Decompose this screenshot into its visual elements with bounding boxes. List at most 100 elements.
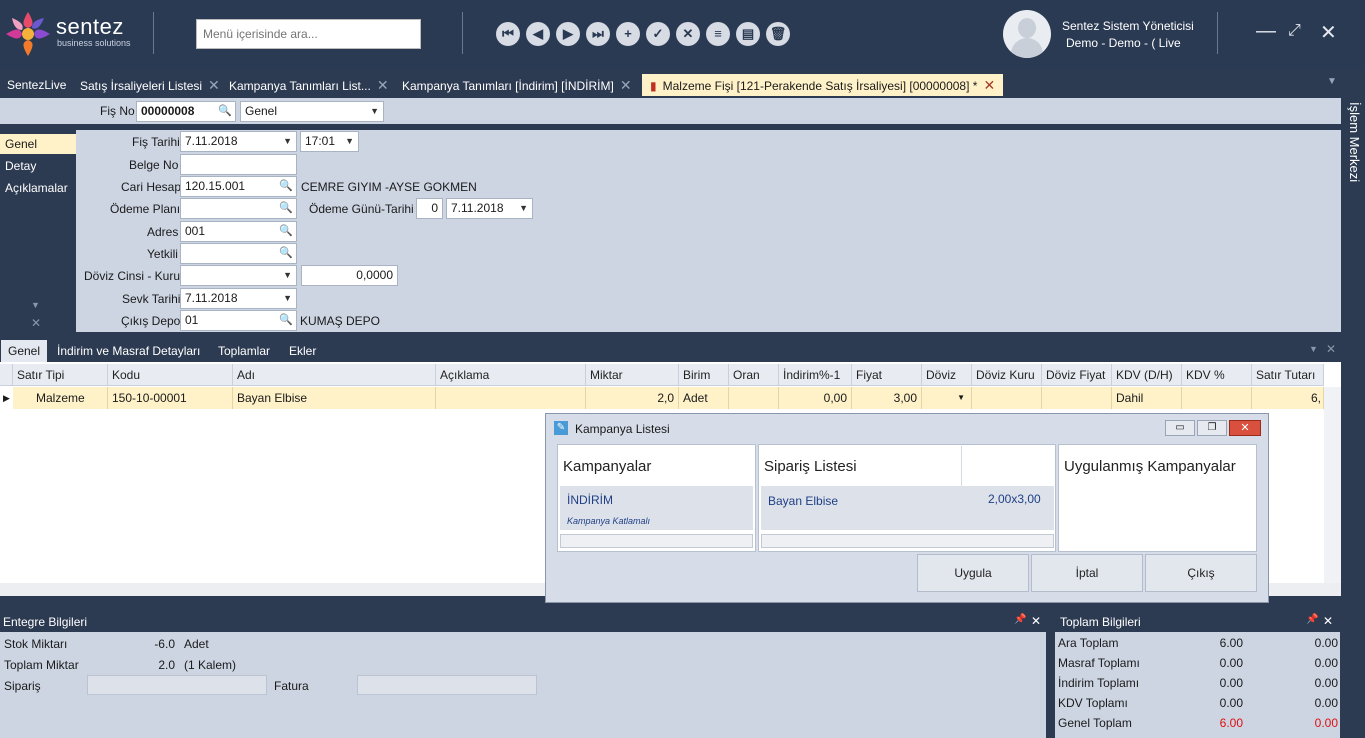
tab-close-icon[interactable]: ✕: [620, 77, 632, 93]
pin-icon[interactable]: 📌: [1306, 614, 1318, 625]
odeme-plani-field[interactable]: 🔍: [180, 198, 297, 219]
table-cell[interactable]: 2,0: [586, 387, 679, 409]
gridtab-genel[interactable]: Genel: [1, 340, 48, 362]
grid-collapse-icon[interactable]: ▼: [1309, 344, 1318, 354]
table-cell[interactable]: Dahil: [1112, 387, 1182, 409]
col-header[interactable]: Miktar: [586, 364, 679, 386]
tab-close-icon[interactable]: ✕: [377, 77, 389, 93]
previous-record-icon[interactable]: ◀: [526, 22, 550, 46]
siparis-hscrollbar[interactable]: [761, 534, 1054, 548]
table-cell[interactable]: Bayan Elbise: [233, 387, 436, 409]
table-cell[interactable]: 0,00: [779, 387, 852, 409]
col-header[interactable]: Oran: [729, 364, 779, 386]
row-pointer-icon[interactable]: ▶: [0, 387, 13, 409]
odeme-tarihi-field[interactable]: 7.11.2018 ▼: [446, 198, 533, 219]
col-header[interactable]: Döviz Kuru: [972, 364, 1042, 386]
iptal-button[interactable]: İptal: [1031, 554, 1143, 592]
tab-dropdown-icon[interactable]: ▼: [1327, 76, 1337, 87]
adres-field[interactable]: 001 🔍: [180, 221, 297, 242]
fis-tarihi-field[interactable]: 7.11.2018 ▼: [180, 131, 297, 152]
col-header[interactable]: Fiyat: [852, 364, 922, 386]
table-cell[interactable]: [1042, 387, 1112, 409]
last-record-icon[interactable]: ⏭: [586, 22, 610, 46]
dialog-restore-icon[interactable]: ❐: [1197, 420, 1227, 436]
nav-detay[interactable]: Detay: [0, 156, 76, 176]
cikis-depo-field[interactable]: 01 🔍: [180, 310, 297, 331]
tab-sentezlive[interactable]: SentezLive: [7, 74, 66, 96]
islem-merkezi-panel[interactable]: İşlem Merkezi: [1347, 102, 1362, 182]
cari-hesap-field[interactable]: 120.15.001 🔍: [180, 176, 297, 197]
cikis-button[interactable]: Çıkış: [1145, 554, 1257, 592]
table-cell[interactable]: [436, 387, 586, 409]
tab-kampanya-indirim[interactable]: Kampanya Tanımları [İndirim] [İNDİRİM] ✕: [402, 74, 632, 96]
dialog-close-icon[interactable]: ✕: [1229, 420, 1261, 436]
kampanyalar-hscrollbar[interactable]: [560, 534, 753, 548]
dialog-minimize-icon[interactable]: ▭: [1165, 420, 1195, 436]
col-header[interactable]: Adı: [233, 364, 436, 386]
yetkili-field[interactable]: 🔍: [180, 243, 297, 264]
minimize-icon[interactable]: —: [1256, 20, 1276, 43]
maximize-icon[interactable]: ⤢: [1288, 22, 1301, 40]
tab-malzeme-fisi[interactable]: ▮ Malzeme Fişi [121-Perakende Satış İrsal…: [642, 74, 1004, 96]
cancel-icon[interactable]: ✕: [676, 22, 700, 46]
search-icon[interactable]: 🔍: [279, 311, 293, 330]
next-record-icon[interactable]: ▶: [556, 22, 580, 46]
nav-collapse-icon[interactable]: ▼: [31, 300, 40, 310]
gridtab-ekler[interactable]: Ekler: [282, 340, 323, 362]
tab-close-icon[interactable]: ✕: [208, 77, 220, 93]
entegre-close-icon[interactable]: ✕: [1031, 614, 1041, 628]
grid-vscrollbar[interactable]: [1324, 387, 1341, 583]
search-icon[interactable]: 🔍: [218, 102, 232, 121]
col-header[interactable]: KDV (D/H): [1112, 364, 1182, 386]
sevk-tarihi-field[interactable]: 7.11.2018 ▼: [180, 288, 297, 309]
gridtab-indirim-masraf[interactable]: İndirim ve Masraf Detayları: [50, 340, 207, 362]
grid-close-icon[interactable]: ✕: [1326, 342, 1336, 356]
kur-field[interactable]: 0,0000: [301, 265, 398, 286]
gridtab-toplamlar[interactable]: Toplamlar: [211, 340, 277, 362]
table-cell[interactable]: 3,00: [852, 387, 922, 409]
toplam-close-icon[interactable]: ✕: [1323, 614, 1333, 628]
nav-aciklamalar[interactable]: Açıklamalar: [0, 178, 76, 198]
fis-no-field[interactable]: 00000008 🔍: [136, 101, 236, 122]
col-header[interactable]: Satır Tutarı: [1252, 364, 1324, 386]
print-icon[interactable]: ▤: [736, 22, 760, 46]
search-icon[interactable]: 🔍: [279, 222, 293, 241]
list-icon[interactable]: ≡: [706, 22, 730, 46]
siparis-field[interactable]: [87, 675, 267, 695]
search-icon[interactable]: 🔍: [279, 244, 293, 263]
user-avatar[interactable]: [1003, 10, 1051, 58]
table-cell[interactable]: Malzeme: [13, 387, 108, 409]
table-cell[interactable]: 150-10-00001: [108, 387, 233, 409]
doviz-field[interactable]: ▼: [180, 265, 297, 286]
fatura-field[interactable]: [357, 675, 537, 695]
menu-search-input[interactable]: [196, 19, 421, 49]
first-record-icon[interactable]: ⏮: [496, 22, 520, 46]
tab-kampanya-listesi[interactable]: Kampanya Tanımları List... ✕: [229, 74, 389, 96]
save-check-icon[interactable]: ✓: [646, 22, 670, 46]
mode-select[interactable]: Genel ▼: [240, 101, 384, 122]
doviz-cell[interactable]: ▼: [922, 387, 972, 409]
col-header[interactable]: Açıklama: [436, 364, 586, 386]
col-header[interactable]: İndirim%-1: [779, 364, 852, 386]
close-icon[interactable]: ✕: [1320, 20, 1337, 45]
uygula-button[interactable]: Uygula: [917, 554, 1029, 592]
table-cell[interactable]: [972, 387, 1042, 409]
search-icon[interactable]: 🔍: [279, 199, 293, 218]
col-header[interactable]: Döviz Fiyat: [1042, 364, 1112, 386]
nav-genel[interactable]: Genel: [0, 134, 76, 154]
table-cell[interactable]: [1182, 387, 1252, 409]
tab-satis-irsaliyeleri[interactable]: Satış İrsaliyeleri Listesi ✕: [80, 74, 220, 96]
table-cell[interactable]: Adet: [679, 387, 729, 409]
saat-field[interactable]: 17:01 ▼: [300, 131, 359, 152]
delete-trash-icon[interactable]: 🗑: [766, 22, 790, 46]
add-icon[interactable]: +: [616, 22, 640, 46]
col-header[interactable]: Birim: [679, 364, 729, 386]
pin-icon[interactable]: 📌: [1014, 614, 1026, 625]
search-icon[interactable]: 🔍: [279, 177, 293, 196]
tab-close-icon[interactable]: ✕: [983, 77, 995, 93]
odeme-gunu-field[interactable]: 0: [416, 198, 443, 219]
col-header[interactable]: KDV %: [1182, 364, 1252, 386]
col-header[interactable]: Döviz: [922, 364, 972, 386]
col-header[interactable]: Satır Tipi: [13, 364, 108, 386]
table-cell[interactable]: [729, 387, 779, 409]
